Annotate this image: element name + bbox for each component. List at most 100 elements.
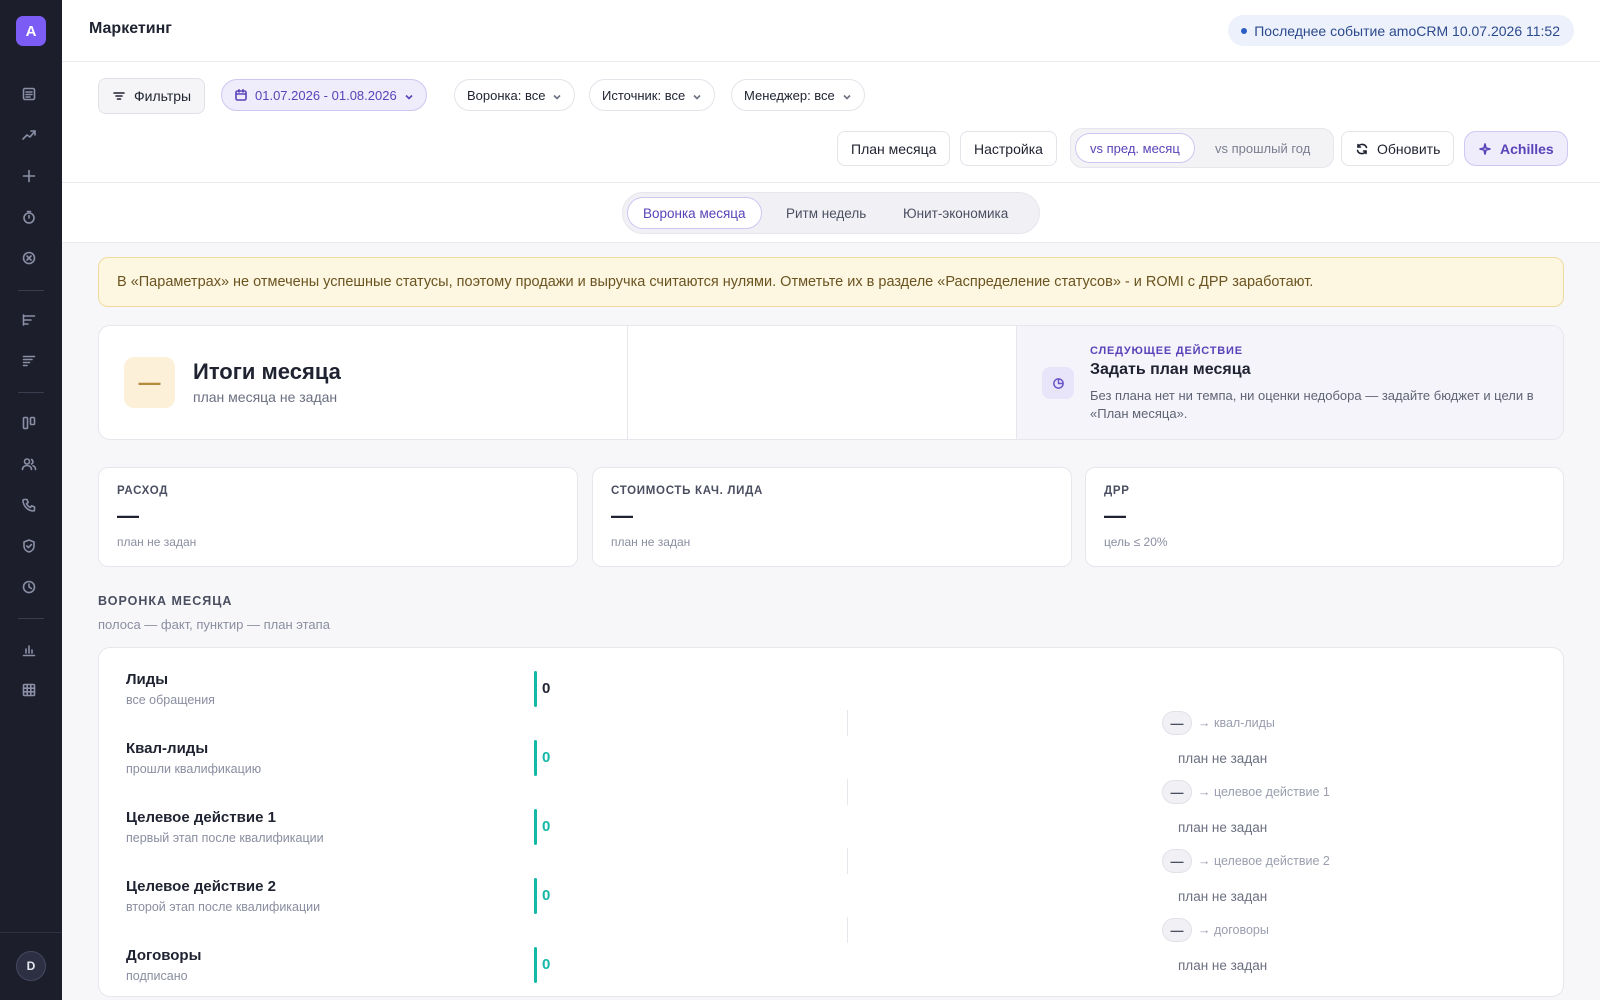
funnel-stage-desc: подписано — [126, 969, 188, 983]
funnel-stage-desc: второй этап после квалификации — [126, 900, 321, 914]
compare-prev-year-option[interactable]: vs прошлый год — [1201, 133, 1324, 163]
plus-icon[interactable] — [19, 166, 39, 186]
tab-month-funnel[interactable]: Воронка месяца — [627, 197, 762, 229]
kpi-card-drr: ДРР — цель ≤ 20% — [1085, 467, 1564, 567]
kpi-note: план не задан — [611, 535, 691, 549]
source-filter-dropdown[interactable]: Источник: все — [589, 79, 716, 111]
date-range-picker[interactable]: 01.07.2026 - 01.08.2026 — [221, 79, 427, 111]
conversion-plan-note: план не задан — [1178, 751, 1268, 766]
comparison-toggle: vs пред. месяц vs прошлый год — [1070, 128, 1334, 168]
conversion-plan-note: план не задан — [1178, 889, 1268, 904]
kpi-label: РАСХОД — [117, 485, 169, 497]
next-action-text: Без плана нет ни темпа, ни оценки недобо… — [1090, 388, 1534, 421]
compare-prev-month-option[interactable]: vs пред. месяц — [1075, 133, 1195, 163]
month-plan-button[interactable]: План месяца — [837, 131, 951, 166]
funnel-stage-value: 0 — [542, 887, 551, 904]
last-event-badge: Последнее событие amoCRM 10.07.2026 11:5… — [1228, 15, 1574, 46]
bar-list-alt-icon[interactable] — [19, 351, 39, 371]
nav-divider — [18, 618, 44, 619]
achilles-assistant-button[interactable]: Achilles — [1464, 131, 1568, 166]
kpi-card-qualified-lead-cost: СТОИМОСТЬ КАЧ. ЛИДА — план не задан — [592, 467, 1072, 567]
bar-list-icon[interactable] — [19, 310, 39, 330]
kpi-label: ДРР — [1104, 485, 1130, 497]
summary-status-badge: — — [124, 357, 175, 408]
filter-icon — [112, 89, 126, 103]
kpi-label: СТОИМОСТЬ КАЧ. ЛИДА — [611, 485, 764, 497]
date-range-value: 01.07.2026 - 01.08.2026 — [255, 87, 397, 103]
source-filter-value: Источник: все — [602, 87, 686, 103]
funnel-stage-name: Целевое действие 2 — [126, 878, 276, 895]
conversion-connector — [847, 710, 848, 736]
conversion-target: → целевое действие 2 — [1198, 854, 1330, 868]
status-warning-banner: В «Параметрах» не отмечены успешные стат… — [98, 257, 1564, 307]
funnel-stage-bar — [534, 740, 537, 776]
summary-divider — [627, 326, 628, 439]
funnel-stage-bar — [534, 671, 537, 707]
refresh-icon — [1355, 142, 1369, 156]
next-action-title: Задать план месяца — [1090, 361, 1251, 378]
conversion-plan-note: план не задан — [1178, 958, 1268, 973]
calendar-icon — [234, 88, 248, 102]
filters-label: Фильтры — [134, 88, 192, 104]
month-summary-card: — Итоги месяца план месяца не задан СЛЕД… — [98, 325, 1564, 440]
nav-divider — [18, 290, 44, 291]
conversion-target: → квал-лиды — [1198, 716, 1275, 730]
conversion-rate-badge: — — [1162, 711, 1192, 735]
page-header: Маркетинг Последнее событие amoCRM 10.07… — [62, 0, 1600, 62]
filters-button[interactable]: Фильтры — [98, 78, 206, 114]
sidebar: A D — [0, 0, 62, 1000]
summary-subtitle: план месяца не задан — [193, 389, 338, 405]
funnel-stage-value: 0 — [542, 956, 551, 973]
kpi-note: цель ≤ 20% — [1104, 535, 1168, 549]
trend-up-icon[interactable] — [19, 125, 39, 145]
chevron-down-icon — [842, 90, 852, 100]
funnel-stage-value: 0 — [542, 818, 551, 835]
kanban-icon[interactable] — [19, 413, 39, 433]
next-action-panel[interactable]: СЛЕДУЮЩЕЕ ДЕЙСТВИЕ Задать план месяца Бе… — [1016, 326, 1563, 439]
clock-icon[interactable] — [19, 577, 39, 597]
funnel-filter-dropdown[interactable]: Воронка: все — [454, 79, 576, 111]
circle-x-icon[interactable] — [19, 248, 39, 268]
conversion-connector — [847, 848, 848, 874]
manager-filter-value: Менеджер: все — [744, 87, 835, 103]
manager-filter-dropdown[interactable]: Менеджер: все — [731, 79, 865, 111]
document-icon[interactable] — [19, 84, 39, 104]
refresh-button[interactable]: Обновить — [1341, 131, 1455, 166]
funnel-stage-name: Договоры — [126, 947, 202, 964]
tab-week-rhythm[interactable]: Ритм недель — [771, 197, 881, 229]
funnel-legend: полоса — факт, пунктир — план этапа — [98, 617, 330, 632]
funnel-stage-value: 0 — [542, 749, 551, 766]
funnel-stage-bar — [534, 809, 537, 845]
app-logo[interactable]: A — [16, 16, 46, 46]
chevron-down-icon — [692, 90, 702, 100]
timer-icon[interactable] — [19, 207, 39, 227]
nav-divider — [18, 392, 44, 393]
conversion-rate-badge: — — [1162, 849, 1192, 873]
user-avatar[interactable]: D — [16, 951, 46, 981]
shield-check-icon[interactable] — [19, 536, 39, 556]
kpi-value: — — [611, 503, 633, 528]
funnel-stage-desc: прошли квалификацию — [126, 762, 262, 776]
funnel-stage-name: Целевое действие 1 — [126, 809, 276, 826]
last-event-text: Последнее событие amoCRM 10.07.2026 11:5… — [1254, 22, 1560, 39]
funnel-stage-value: 0 — [542, 680, 551, 697]
phone-icon[interactable] — [19, 495, 39, 515]
chevron-down-icon — [552, 90, 562, 100]
funnel-stage-desc: все обращения — [126, 693, 215, 707]
bar-chart-icon[interactable] — [19, 640, 39, 660]
settings-button[interactable]: Настройка — [960, 131, 1057, 166]
page-title: Маркетинг — [89, 20, 172, 37]
funnel-stage-bar — [534, 878, 537, 914]
grid-icon[interactable] — [19, 680, 39, 700]
conversion-rate-badge: — — [1162, 918, 1192, 942]
users-icon[interactable] — [19, 454, 39, 474]
chevron-down-icon — [404, 90, 414, 100]
refresh-label: Обновить — [1377, 140, 1441, 157]
conversion-rate-badge: — — [1162, 780, 1192, 804]
conversion-connector — [847, 917, 848, 943]
funnel-section-heading: ВОРОНКА МЕСЯЦА — [98, 594, 233, 608]
sparkle-icon — [1478, 142, 1492, 156]
tab-unit-economics[interactable]: Юнит-экономика — [888, 197, 1023, 229]
kpi-note: план не задан — [117, 535, 197, 549]
funnel-filter-value: Воронка: все — [467, 87, 546, 103]
